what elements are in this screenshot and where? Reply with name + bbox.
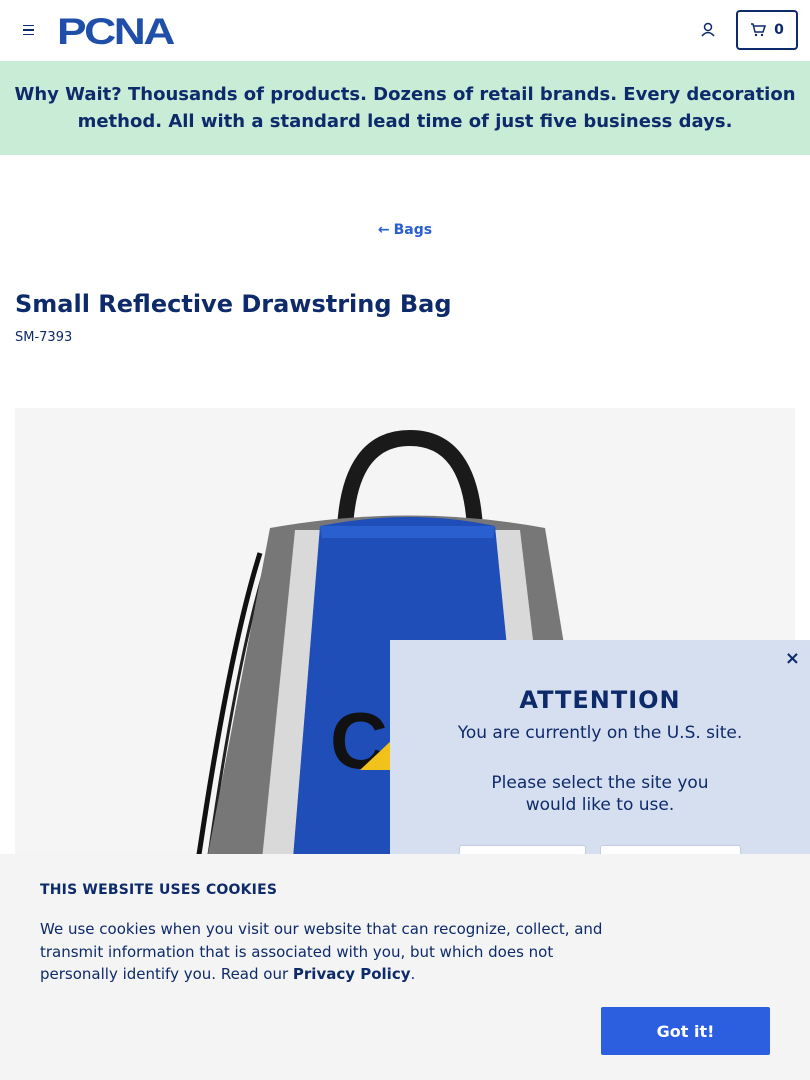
promo-banner: Why Wait? Thousands of products. Dozens … [0, 61, 810, 155]
cookie-period: . [410, 965, 416, 983]
account-icon[interactable] [698, 20, 718, 40]
cookie-heading: THIS WEBSITE USES COOKIES [40, 882, 278, 898]
product-title: Small Reflective Drawstring Bag [15, 290, 452, 318]
svg-text:PCNA: PCNA [57, 14, 175, 46]
breadcrumb-label: Bags [393, 222, 433, 238]
close-icon[interactable]: × [785, 648, 800, 669]
promo-text: Why Wait? Thousands of products. Dozens … [14, 81, 796, 135]
got-it-button[interactable]: Got it! [601, 1007, 770, 1055]
privacy-policy-link[interactable]: Privacy Policy [293, 965, 411, 983]
cookie-banner: THIS WEBSITE USES COOKIES We use cookies… [0, 854, 810, 1080]
promo-lead: Why Wait? [14, 84, 122, 105]
site-header: PCNA 0 [0, 0, 810, 61]
cart-icon [751, 23, 767, 37]
cart-count: 0 [774, 22, 784, 38]
arrow-left-icon: ← [377, 222, 390, 238]
modal-select-site-text: Please select the site you would like to… [491, 773, 709, 815]
site-selection-modal: × ATTENTION You are currently on the U.S… [390, 640, 810, 881]
hamburger-menu-icon[interactable] [18, 20, 38, 40]
breadcrumb-back-link[interactable]: ← Bags [0, 222, 810, 238]
cart-button[interactable]: 0 [736, 10, 798, 50]
promo-body: Thousands of products. Dozens of retail … [77, 84, 796, 132]
cookie-text: We use cookies when you visit our websit… [40, 918, 620, 986]
product-sku: SM-7393 [15, 330, 73, 345]
pcna-logo[interactable]: PCNA [57, 14, 177, 46]
modal-current-site-text: You are currently on the U.S. site. [457, 723, 743, 743]
modal-heading: ATTENTION [519, 686, 681, 714]
